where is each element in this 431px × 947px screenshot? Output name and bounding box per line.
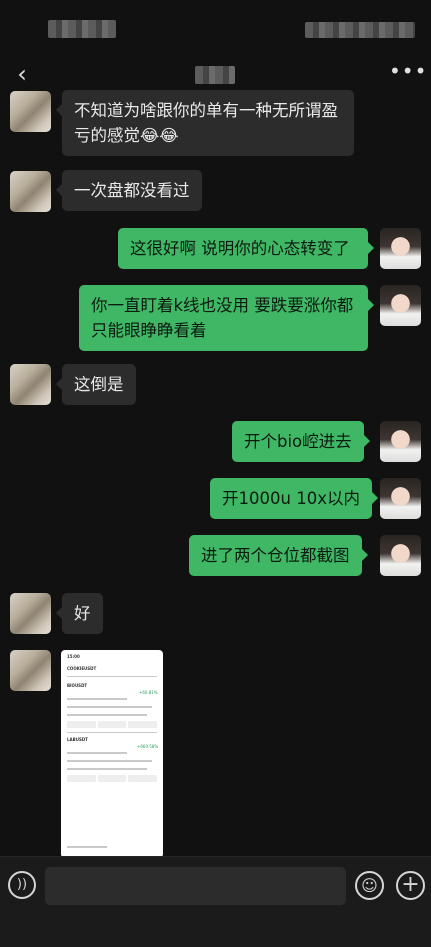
message-bubble[interactable]: 不知道为啥跟你的单有一种无所谓盈亏的感觉😂😂 <box>56 90 354 156</box>
screenshot-position-2-pnl: +660.58% <box>137 744 159 749</box>
screenshot-button-row <box>67 721 158 728</box>
screenshot-row <box>67 698 127 700</box>
avatar[interactable] <box>380 535 421 576</box>
status-time-blurred <box>48 20 116 38</box>
status-bar <box>0 0 431 48</box>
screenshot-divider <box>67 732 157 733</box>
avatar[interactable] <box>380 478 421 519</box>
message-bubble[interactable]: 你一直盯着k线也没用 要跌要涨你都只能眼睁睁看着 <box>79 285 374 351</box>
avatar[interactable] <box>10 650 51 691</box>
message-bubble[interactable]: 进了两个仓位都截图 <box>189 535 367 576</box>
screenshot-pair-title: COOKIEUSDT <box>67 666 97 671</box>
message-bubble[interactable]: 好 <box>56 593 103 634</box>
message-bubble[interactable]: 一次盘都没看过 <box>56 170 202 211</box>
avatar[interactable] <box>380 228 421 269</box>
screenshot-position-1-pnl: +60.81% <box>139 690 158 695</box>
plus-icon[interactable]: + <box>396 871 425 900</box>
status-icons-blurred <box>305 22 415 38</box>
message-bubble[interactable]: 开个bio崆进去 <box>232 421 370 462</box>
message-input[interactable] <box>45 867 346 905</box>
screenshot-footer <box>67 846 107 848</box>
screenshot-button-row <box>67 775 158 782</box>
screenshot-row <box>67 714 147 716</box>
message-bubble[interactable]: 这很好啊 说明你的心态转变了 <box>118 228 374 269</box>
screenshot-time: 15:00 <box>67 654 80 659</box>
back-icon[interactable]: ‹ <box>8 60 36 88</box>
message-bubble[interactable]: 开1000u 10x以内 <box>210 478 378 519</box>
screenshot-divider <box>67 676 157 677</box>
more-icon[interactable]: ••• <box>389 60 426 88</box>
screenshot-row <box>67 706 152 708</box>
avatar[interactable] <box>10 593 51 634</box>
avatar[interactable] <box>380 421 421 462</box>
screenshot-row <box>67 760 152 762</box>
input-bar: )) ☺ + <box>0 856 431 947</box>
avatar[interactable] <box>10 364 51 405</box>
image-message-screenshot[interactable]: 15:00 COOKIEUSDT BIOUSDT +60.81% LABUSDT… <box>61 650 163 856</box>
avatar[interactable] <box>10 171 51 212</box>
screenshot-position-1: BIOUSDT <box>67 683 88 688</box>
screenshot-row <box>67 752 127 754</box>
chat-area[interactable]: 不知道为啥跟你的单有一种无所谓盈亏的感觉😂😂 一次盘都没看过 这很好啊 说明你的… <box>0 88 431 856</box>
screenshot-position-2: LABUSDT <box>67 737 88 742</box>
avatar[interactable] <box>10 91 51 132</box>
screenshot-row <box>67 768 147 770</box>
message-bubble[interactable]: 这倒是 <box>56 364 136 405</box>
contact-name-blurred <box>195 66 235 84</box>
avatar[interactable] <box>380 285 421 326</box>
emoji-icon[interactable]: ☺ <box>355 871 384 900</box>
voice-icon[interactable]: )) <box>8 871 36 899</box>
